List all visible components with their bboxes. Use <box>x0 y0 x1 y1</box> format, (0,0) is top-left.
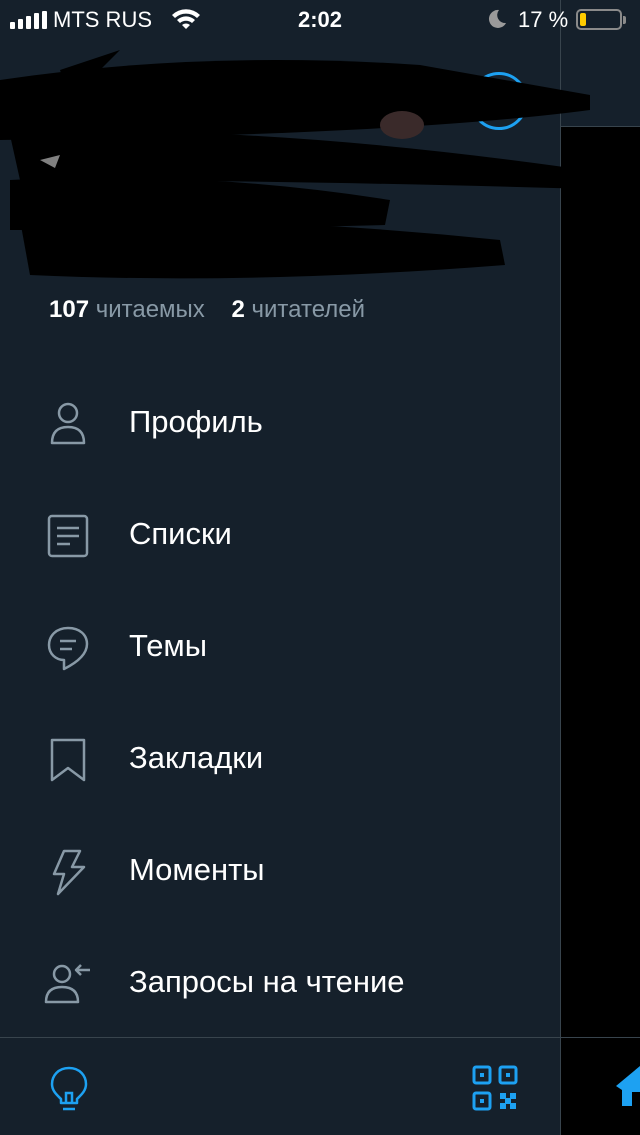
battery-percent: 17 % <box>518 7 569 32</box>
topics-icon <box>47 626 89 671</box>
menu-item-lists[interactable]: Списки <box>0 480 560 592</box>
menu-item-label: Списки <box>129 516 232 551</box>
redaction-scribble <box>0 50 620 279</box>
followers-link[interactable]: 2 читателей <box>231 296 365 323</box>
do-not-disturb-icon <box>488 9 506 28</box>
menu-item-label: Запросы на чтение <box>129 964 405 999</box>
following-label: читаемых <box>95 296 205 323</box>
menu-item-topics[interactable]: Темы <box>0 592 560 704</box>
bookmark-icon <box>50 738 86 782</box>
menu-item-follow-requests[interactable]: Запросы на чтение <box>0 928 560 1040</box>
home-icon[interactable] <box>614 1060 640 1110</box>
followers-count: 2 <box>231 296 245 323</box>
profile-icon <box>50 402 86 445</box>
menu-item-label: Темы <box>129 628 208 663</box>
drawer-menu: Профиль Списки Темы Закладки Моменты Зап… <box>0 368 560 1040</box>
menu-item-profile[interactable]: Профиль <box>0 368 560 480</box>
menu-item-label: Моменты <box>129 852 265 887</box>
status-bar: MTS RUS 2:02 17 % <box>0 0 640 40</box>
menu-item-label: Закладки <box>129 740 264 775</box>
battery-icon <box>576 9 626 30</box>
followers-label: читателей <box>251 296 365 323</box>
lightning-icon <box>52 849 86 896</box>
menu-item-moments[interactable]: Моменты <box>0 816 560 928</box>
list-icon <box>47 514 89 558</box>
follow-stats: 107 читаемых 2 читателей <box>49 296 365 324</box>
bottom-bar-divider <box>0 1037 640 1038</box>
lightbulb-icon[interactable] <box>47 1065 91 1113</box>
following-count: 107 <box>49 296 90 323</box>
menu-item-label: Профиль <box>129 404 263 439</box>
following-link[interactable]: 107 читаемых <box>49 296 211 323</box>
qr-code-icon[interactable] <box>472 1065 518 1111</box>
menu-item-bookmarks[interactable]: Закладки <box>0 704 560 816</box>
follow-request-icon <box>44 964 90 1004</box>
